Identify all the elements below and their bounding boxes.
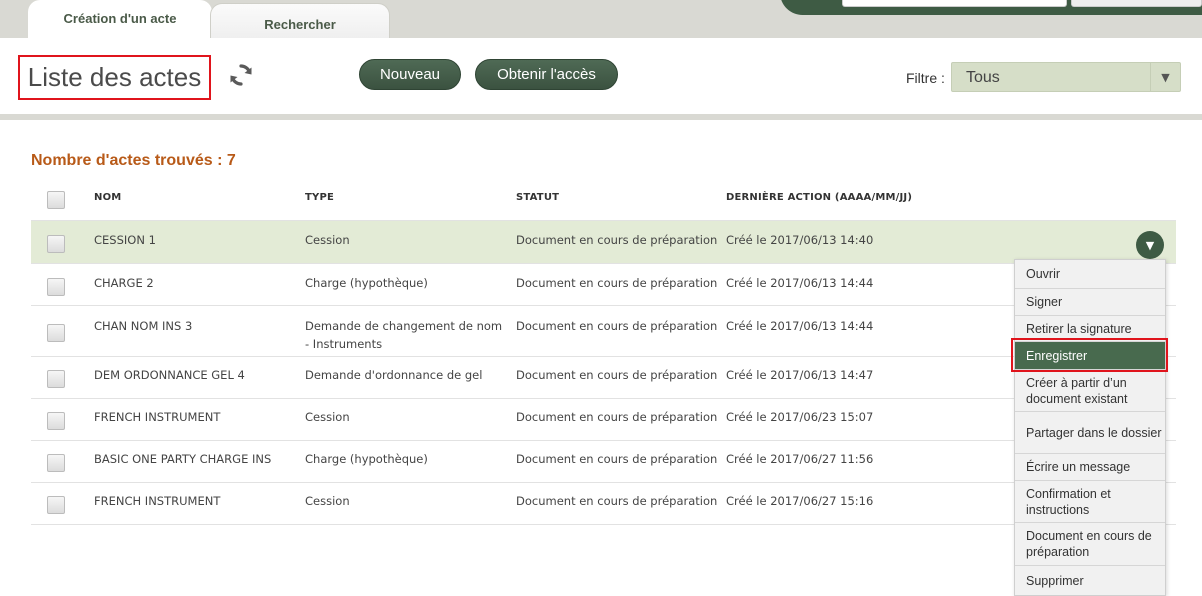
table-row[interactable]: BASIC ONE PARTY CHARGE INS Charge (hypot… (31, 440, 1176, 482)
row-name: CHARGE 2 (94, 276, 154, 290)
row-status: Document en cours de préparation (516, 452, 718, 466)
table-bottom-border (31, 524, 1176, 525)
results-count: Nombre d'actes trouvés : 7 (31, 152, 236, 169)
row-type: Cession (305, 410, 350, 424)
row-actions-menu: Ouvrir Signer Retirer la signature Enreg… (1014, 259, 1166, 596)
menu-item-share-in-folder[interactable]: Partager dans le dossier (1015, 411, 1165, 453)
row-name: FRENCH INSTRUMENT (94, 410, 221, 424)
row-checkbox[interactable] (47, 278, 65, 296)
row-checkbox[interactable] (47, 412, 65, 430)
row-name: DEM ORDONNANCE GEL 4 (94, 368, 245, 382)
row-last-action: Créé le 2017/06/23 15:07 (726, 410, 874, 424)
tab-create-act[interactable]: Création d'un acte (28, 0, 212, 38)
menu-item-open[interactable]: Ouvrir (1015, 260, 1165, 288)
top-secondary-field[interactable] (1071, 0, 1202, 7)
row-status: Document en cours de préparation (516, 494, 718, 508)
new-button[interactable]: Nouveau (359, 59, 461, 90)
table-row[interactable]: FRENCH INSTRUMENT Cession Document en co… (31, 398, 1176, 440)
menu-item-sign[interactable]: Signer (1015, 288, 1165, 315)
row-last-action: Créé le 2017/06/13 14:44 (726, 276, 874, 290)
row-checkbox[interactable] (47, 454, 65, 472)
row-checkbox[interactable] (47, 496, 65, 514)
page-title: Liste des actes (27, 62, 202, 92)
table-row[interactable]: DEM ORDONNANCE GEL 4 Demande d'ordonnanc… (31, 356, 1176, 398)
page-header: Liste des actes Nouveau Obtenir l'accès … (0, 38, 1202, 114)
row-name: CHAN NOM INS 3 (94, 319, 193, 333)
row-last-action: Créé le 2017/06/13 14:44 (726, 319, 874, 333)
table-row[interactable]: CHARGE 2 Charge (hypothèque) Document en… (31, 263, 1176, 305)
row-status: Document en cours de préparation (516, 368, 718, 382)
column-header-status: STATUT (516, 192, 560, 203)
table-row[interactable]: CESSION 1 Cession Document en cours de p… (31, 220, 1176, 263)
row-type: Cession (305, 494, 350, 508)
row-type: Demande d'ordonnance de gel (305, 368, 483, 382)
row-type: Charge (hypothèque) (305, 452, 428, 466)
column-header-last-action: DERNIÈRE ACTION (AAAA/MM/JJ) (726, 192, 913, 203)
chevron-down-icon: ▼ (1145, 238, 1155, 252)
table-header: NOM TYPE STATUT DERNIÈRE ACTION (AAAA/MM… (31, 179, 1176, 220)
row-status: Document en cours de préparation (516, 410, 718, 424)
row-status: Document en cours de préparation (516, 319, 718, 333)
filter-value: Tous (966, 69, 1000, 86)
get-access-button[interactable]: Obtenir l'accès (475, 59, 618, 90)
tab-label: Rechercher (264, 16, 336, 32)
column-header-type: TYPE (305, 192, 335, 203)
page-title-frame: Liste des actes (18, 55, 211, 100)
filter-select[interactable]: Tous ▼ (951, 62, 1181, 92)
row-last-action: Créé le 2017/06/13 14:47 (726, 368, 874, 382)
row-checkbox[interactable] (47, 370, 65, 388)
row-checkbox[interactable] (47, 235, 65, 253)
row-type: Charge (hypothèque) (305, 276, 428, 290)
menu-item-document-in-preparation[interactable]: Document en cours de préparation (1015, 522, 1165, 565)
chevron-down-icon: ▼ (1150, 63, 1180, 91)
menu-item-confirmation-instructions[interactable]: Confirmation et instructions (1015, 480, 1165, 522)
table-row[interactable]: FRENCH INSTRUMENT Cession Document en co… (31, 482, 1176, 524)
row-status: Document en cours de préparation (516, 276, 718, 290)
menu-item-save[interactable]: Enregistrer (1015, 341, 1165, 369)
filter-label: Filtre : (906, 70, 945, 86)
top-search-field[interactable] (842, 0, 1067, 7)
menu-item-remove-signature[interactable]: Retirer la signature (1015, 315, 1165, 341)
select-all-checkbox[interactable] (47, 191, 65, 209)
tab-search[interactable]: Rechercher (210, 3, 390, 38)
row-checkbox[interactable] (47, 324, 65, 342)
row-last-action: Créé le 2017/06/27 15:16 (726, 494, 874, 508)
menu-item-create-from-existing[interactable]: Créer à partir d’un document existant (1015, 369, 1165, 411)
row-type: Demande de changement de nom - Instrumen… (305, 319, 503, 351)
menu-item-delete[interactable]: Supprimer (1015, 565, 1165, 595)
row-name: BASIC ONE PARTY CHARGE INS (94, 452, 272, 466)
row-actions-button[interactable]: ▼ (1136, 231, 1164, 259)
row-name: CESSION 1 (94, 233, 156, 247)
menu-item-write-message[interactable]: Écrire un message (1015, 453, 1165, 480)
table-row[interactable]: CHAN NOM INS 3 Demande de changement de … (31, 305, 1176, 356)
row-name: FRENCH INSTRUMENT (94, 494, 221, 508)
row-last-action: Créé le 2017/06/27 11:56 (726, 452, 874, 466)
refresh-icon[interactable] (228, 62, 254, 88)
top-tab-bar: Création d'un acte Rechercher (0, 0, 1202, 38)
tab-label: Création d'un acte (63, 11, 177, 26)
row-status: Document en cours de préparation (516, 233, 718, 247)
row-type: Cession (305, 233, 350, 247)
column-header-name: NOM (94, 192, 122, 203)
row-last-action: Créé le 2017/06/13 14:40 (726, 233, 874, 247)
